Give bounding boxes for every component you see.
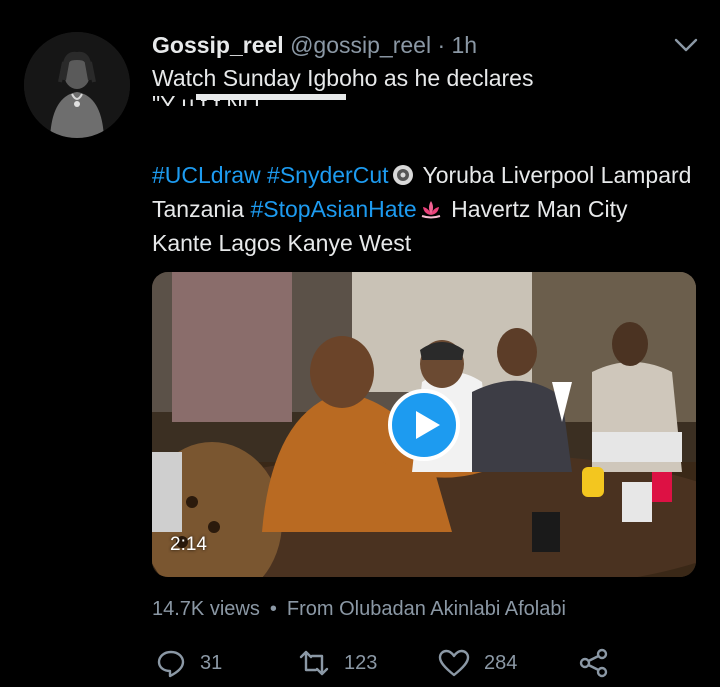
tweet-text-line-2: "Y u t f Ni i [152, 92, 572, 106]
share-button[interactable] [578, 645, 610, 681]
hashtag-stopasianhate[interactable]: #StopAsianHate [250, 196, 416, 222]
author-avatar[interactable] [24, 32, 130, 138]
heart-icon [438, 649, 470, 677]
tweet-time[interactable]: 1h [452, 32, 478, 58]
retweet-button[interactable]: 123 [298, 645, 377, 681]
meta-bullet: • [269, 598, 277, 620]
share-icon [579, 648, 608, 678]
tweet-actions: 31 123 284 [152, 645, 692, 681]
play-icon[interactable] [388, 389, 460, 461]
redaction-bar [196, 94, 346, 100]
video-meta: 14.7K views • From Olubadan Akinlabi Afola… [152, 596, 566, 622]
video-duration: 2:14 [170, 534, 207, 555]
view-count: 14.7K views [152, 598, 260, 620]
snydercut-emoji-icon [392, 165, 413, 185]
reply-icon [157, 650, 185, 678]
hashtag-snydercut[interactable]: #SnyderCut [267, 162, 388, 188]
chevron-down-icon[interactable] [672, 34, 700, 56]
tweet-text-line-1: Watch Sunday Igboho as he declares [152, 65, 534, 91]
reply-button[interactable]: 31 [156, 645, 222, 681]
hashtag-ucldraw[interactable]: #UCLdraw [152, 162, 261, 188]
video-source[interactable]: From Olubadan Akinlabi Afolabi [287, 598, 566, 620]
lotus-emoji-icon [421, 201, 441, 219]
author-name[interactable]: Gossip_reel [152, 32, 284, 58]
video-player[interactable]: 2:14 [152, 272, 696, 577]
tweet-hashtags: #UCLdraw #SnyderCut Yoruba Liverpool Lam… [152, 158, 692, 260]
like-button[interactable]: 284 [438, 645, 517, 681]
author-handle[interactable]: @gossip_reel [290, 32, 431, 58]
reply-count: 31 [200, 651, 223, 674]
tweet-header: Gossip_reel @gossip_reel · 1h [152, 30, 700, 62]
like-count: 284 [484, 651, 518, 674]
retweet-icon [299, 650, 329, 676]
separator-dot: · [437, 32, 446, 58]
retweet-count: 123 [344, 651, 378, 674]
